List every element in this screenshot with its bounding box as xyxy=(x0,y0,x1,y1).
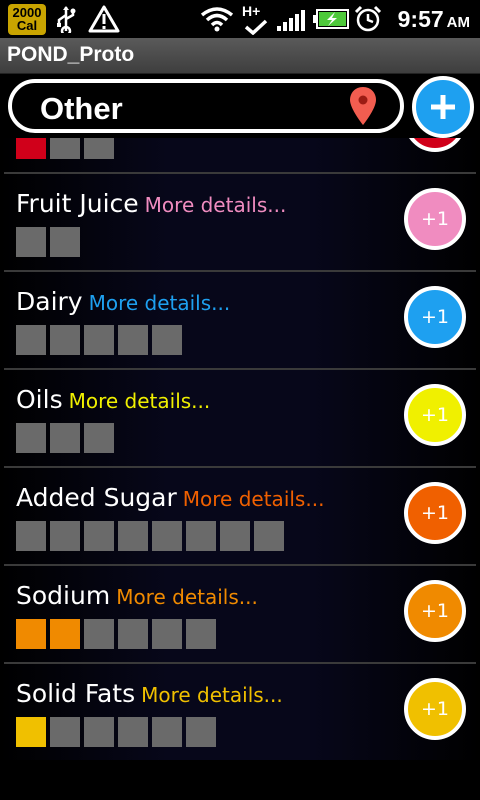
food-group-label: Added Sugar xyxy=(16,483,177,512)
category-label: Other xyxy=(40,91,123,126)
title-bar: POND_Proto xyxy=(0,38,480,74)
more-details-link[interactable]: More details... xyxy=(89,291,231,315)
serving-box-filled xyxy=(50,619,80,649)
food-group-label: Fruit Juice xyxy=(16,189,139,218)
more-details-link[interactable]: More details... xyxy=(145,193,287,217)
serving-box-empty xyxy=(16,423,46,453)
list-item[interactable]: Sodium More details... +1 xyxy=(0,566,480,662)
signal-strength-icon xyxy=(277,10,305,31)
serving-box-empty xyxy=(152,619,182,649)
serving-progress xyxy=(16,619,220,649)
food-group-name: Oils More details... xyxy=(16,385,210,414)
serving-box-empty xyxy=(50,521,80,551)
plus-one-button[interactable]: +1 xyxy=(404,138,466,152)
plus-one-button[interactable]: +1 xyxy=(404,384,466,446)
checkmark-icon xyxy=(244,19,268,35)
serving-box-filled xyxy=(16,619,46,649)
serving-progress xyxy=(16,717,220,747)
food-group-label: Solid Fats xyxy=(16,679,136,708)
plus-icon xyxy=(431,95,455,119)
serving-box-empty xyxy=(186,619,216,649)
clock-ampm: AM xyxy=(446,14,470,31)
list-item[interactable]: Solid Fats More details... +1 xyxy=(0,664,480,760)
more-details-link[interactable]: More details... xyxy=(116,585,258,609)
status-bar: 2000 Cal H+ 9:57 AM xyxy=(0,0,480,38)
food-group-name: Sodium More details... xyxy=(16,581,258,610)
serving-progress xyxy=(16,423,118,453)
more-details-link[interactable]: More details... xyxy=(183,487,325,511)
location-pin-icon[interactable] xyxy=(348,85,378,127)
serving-box-empty xyxy=(152,717,182,747)
food-group-name: Dairy More details... xyxy=(16,287,230,316)
alarm-clock-icon xyxy=(354,5,382,32)
plus-one-button[interactable]: +1 xyxy=(404,580,466,642)
food-group-name: Added Sugar More details... xyxy=(16,483,324,512)
serving-progress xyxy=(16,325,186,355)
serving-box-empty xyxy=(50,717,80,747)
food-group-list[interactable]: FruitMore details...+1Fruit JuiceMore de… xyxy=(0,138,480,800)
clock-time: 9:57 xyxy=(397,6,444,32)
network-type-label: H+ xyxy=(242,3,261,19)
plus-one-button[interactable]: +1 xyxy=(404,482,466,544)
serving-box-empty xyxy=(186,521,216,551)
network-type-indicator: H+ xyxy=(242,3,272,35)
calorie-app-notification-icon[interactable]: 2000 Cal xyxy=(8,4,46,35)
serving-box-empty xyxy=(84,423,114,453)
usb-icon xyxy=(57,6,76,33)
plus-one-button[interactable]: +1 xyxy=(404,188,466,250)
serving-box-empty xyxy=(152,325,182,355)
list-item[interactable]: FruitMore details...+1 xyxy=(0,138,480,172)
app-title: POND_Proto xyxy=(7,43,135,66)
serving-box-empty xyxy=(84,619,114,649)
more-details-link[interactable]: More details... xyxy=(69,389,211,413)
food-group-name: Fruit Juice More details... xyxy=(16,189,286,218)
serving-box-empty xyxy=(220,521,250,551)
serving-box-empty xyxy=(84,325,114,355)
list-item[interactable]: Dairy More details... +1 xyxy=(0,272,480,368)
serving-box-empty xyxy=(16,325,46,355)
serving-box-empty xyxy=(118,717,148,747)
serving-box-empty xyxy=(254,521,284,551)
category-selector[interactable]: Other xyxy=(8,79,404,133)
add-button[interactable] xyxy=(412,76,474,138)
food-group-label: Sodium xyxy=(16,581,111,610)
food-group-name: Solid Fats More details... xyxy=(16,679,283,708)
serving-box-empty xyxy=(84,717,114,747)
cal-badge-unit: Cal xyxy=(16,18,38,33)
serving-box-empty xyxy=(118,619,148,649)
serving-progress xyxy=(16,521,288,551)
more-details-link[interactable]: More details... xyxy=(141,683,283,707)
serving-box-filled xyxy=(16,717,46,747)
food-group-label: Dairy xyxy=(16,287,83,316)
list-item[interactable]: Added Sugar More details... +1 xyxy=(0,468,480,564)
serving-box-empty xyxy=(84,521,114,551)
serving-box-empty xyxy=(16,227,46,257)
serving-box-empty xyxy=(84,138,114,159)
serving-progress xyxy=(16,227,84,257)
serving-box-empty xyxy=(50,227,80,257)
warning-icon xyxy=(88,5,120,33)
serving-box-empty xyxy=(118,325,148,355)
serving-box-filled xyxy=(16,138,46,159)
serving-progress xyxy=(16,138,118,159)
list-item[interactable]: Fruit Juice More details... +1 xyxy=(0,174,480,270)
serving-box-empty xyxy=(186,717,216,747)
serving-box-empty xyxy=(50,325,80,355)
wifi-icon xyxy=(200,7,234,32)
food-group-label: Oils xyxy=(16,385,63,414)
plus-one-button[interactable]: +1 xyxy=(404,286,466,348)
clock: 9:57 AM xyxy=(398,6,470,33)
serving-box-empty xyxy=(50,423,80,453)
serving-box-empty xyxy=(152,521,182,551)
list-item[interactable]: Oils More details... +1 xyxy=(0,370,480,466)
plus-one-button[interactable]: +1 xyxy=(404,678,466,740)
serving-box-empty xyxy=(50,138,80,159)
battery-charging-icon xyxy=(313,9,349,29)
serving-box-empty xyxy=(16,521,46,551)
serving-box-empty xyxy=(118,521,148,551)
